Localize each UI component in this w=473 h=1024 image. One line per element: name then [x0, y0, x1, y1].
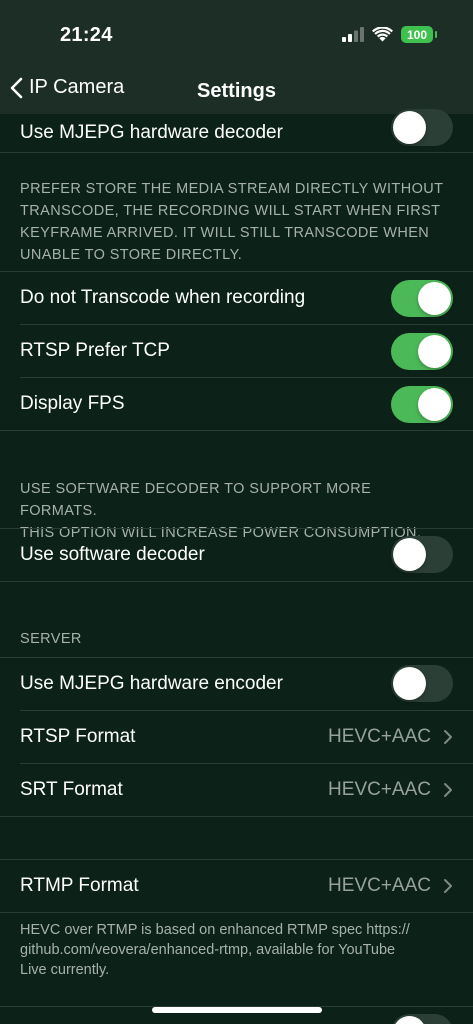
footer-line: Live currently. [20, 962, 110, 978]
srt-format-value: HEVC+AAC [328, 779, 431, 800]
chevron-left-icon [10, 77, 23, 98]
navigation-bar: Settings IP Camera [0, 70, 473, 114]
status-bar: 21:24 100 [0, 0, 473, 70]
cellular-signal-icon [342, 27, 364, 42]
chevron-right-icon [444, 879, 452, 893]
footer-line: PREFER STORE THE MEDIA STREAM DIRECTLY W… [20, 181, 444, 197]
toggle-knob [418, 282, 451, 315]
footer-line: github.com/veovera/enhanced-rtmp, availa… [20, 942, 396, 958]
next-row-toggle[interactable] [391, 1014, 453, 1024]
status-icons: 100 [342, 26, 437, 43]
toggle-knob [393, 538, 426, 571]
toggle-knob [393, 111, 426, 144]
footer-line: HEVC over RTMP is based on enhanced RTMP… [20, 922, 410, 938]
wifi-icon [372, 27, 393, 42]
rtsp-format-value: HEVC+AAC [328, 726, 431, 747]
home-indicator[interactable] [152, 1007, 322, 1013]
no-transcode-toggle[interactable] [391, 280, 453, 317]
divider [0, 912, 473, 913]
back-button[interactable]: IP Camera [10, 76, 124, 99]
toggle-knob [393, 667, 426, 700]
footer-line: TRANSCODE, THE RECORDING WILL START WHEN… [20, 203, 441, 219]
transcode-footer: PREFER STORE THE MEDIA STREAM DIRECTLY W… [20, 178, 450, 266]
divider [0, 152, 473, 153]
divider [0, 816, 473, 817]
rtsp-tcp-toggle[interactable] [391, 333, 453, 370]
toggle-knob [418, 388, 451, 421]
mjepg-encoder-toggle[interactable] [391, 665, 453, 702]
header-line: USE SOFTWARE DECODER TO SUPPORT MORE FOR… [20, 481, 372, 519]
server-section-header: SERVER [20, 631, 82, 647]
footer-line: UNABLE TO STORE DIRECTLY. [20, 247, 243, 263]
rtmp-format-value: HEVC+AAC [328, 875, 431, 896]
footer-line: KEYFRAME ARRIVED. IT WILL STILL TRANSCOD… [20, 225, 430, 241]
display-fps-toggle[interactable] [391, 386, 453, 423]
status-time: 21:24 [60, 24, 113, 46]
rtmp-footer: HEVC over RTMP is based on enhanced RTMP… [20, 920, 450, 980]
mjepg-decoder-toggle[interactable] [391, 109, 453, 146]
chevron-right-icon [444, 783, 452, 797]
toggle-knob [393, 1016, 426, 1024]
toggle-knob [418, 335, 451, 368]
divider [0, 581, 473, 582]
back-button-label: IP Camera [29, 76, 125, 98]
divider [0, 430, 473, 431]
software-decoder-toggle[interactable] [391, 536, 453, 573]
chevron-right-icon [444, 730, 452, 744]
battery-indicator: 100 [401, 26, 437, 43]
